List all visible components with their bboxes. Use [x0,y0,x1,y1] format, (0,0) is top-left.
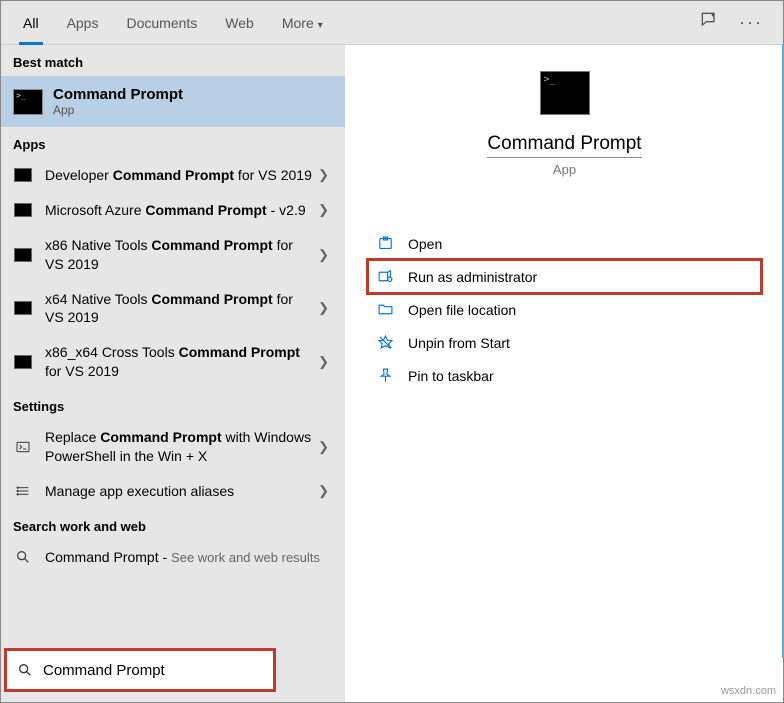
best-match-subtitle: App [53,103,183,117]
action-label: Run as administrator [408,269,537,285]
more-options-icon[interactable]: ··· [739,12,763,33]
apps-result-item[interactable]: x86 Native Tools Command Prompt for VS 2… [1,228,345,282]
apps-result-item[interactable]: x64 Native Tools Command Prompt for VS 2… [1,282,345,336]
command-prompt-icon [13,89,43,115]
command-prompt-icon [13,247,33,263]
apps-result-item[interactable]: x86_x64 Cross Tools Command Prompt for V… [1,335,345,389]
folder-icon [374,301,396,318]
action-label: Open file location [408,302,516,318]
result-text: Microsoft Azure Command Prompt - v2.9 [45,201,314,220]
apps-result-item[interactable]: Microsoft Azure Command Prompt - v2.9 ❯ [1,193,345,228]
chevron-right-icon[interactable]: ❯ [314,300,333,316]
search-icon [17,662,33,678]
section-apps: Apps [1,127,345,158]
unpin-icon [374,334,396,351]
watermark: wsxdn.com [721,685,776,697]
results-panel: Best match Command Prompt App Apps Devel… [1,45,345,702]
search-box[interactable] [4,648,276,692]
action-folder[interactable]: Open file location [368,293,761,326]
apps-result-item[interactable]: Developer Command Prompt for VS 2019 ❯ [1,158,345,193]
settings-result-item[interactable]: Replace Command Prompt with Windows Powe… [1,420,345,474]
preview-title[interactable]: Command Prompt [487,133,641,158]
tab-web[interactable]: Web [211,1,268,45]
tab-documents[interactable]: Documents [112,1,211,45]
feedback-icon[interactable] [699,10,719,35]
best-match-item[interactable]: Command Prompt App [1,76,345,127]
open-icon [374,235,396,252]
result-text: x64 Native Tools Command Prompt for VS 2… [45,290,314,328]
chevron-right-icon[interactable]: ❯ [314,167,333,183]
settings-result-item[interactable]: Manage app execution aliases ❯ [1,474,345,509]
web-result-text: Command Prompt - See work and web result… [45,548,333,567]
action-admin[interactable]: Run as administrator [368,260,761,293]
result-text: Developer Command Prompt for VS 2019 [45,166,314,185]
search-icon [13,549,33,565]
tab-all[interactable]: All [9,1,53,45]
aliases-icon [13,483,33,499]
action-unpin[interactable]: Unpin from Start [368,326,761,359]
action-open[interactable]: Open [368,227,761,260]
preview-app-icon [540,71,590,115]
command-prompt-icon [13,202,33,218]
section-search-web: Search work and web [1,509,345,540]
result-text: Replace Command Prompt with Windows Powe… [45,428,314,466]
command-prompt-icon [13,300,33,316]
chevron-right-icon[interactable]: ❯ [314,439,333,455]
powershell-icon [13,439,33,455]
pin-icon [374,367,396,384]
best-match-title: Command Prompt [53,86,183,103]
tab-more[interactable]: More▾ [268,1,337,45]
filter-tabs: All Apps Documents Web More▾ ··· [1,1,783,45]
preview-panel: Command Prompt App Open Run as administra… [345,45,783,702]
web-result-item[interactable]: Command Prompt - See work and web result… [1,540,345,575]
result-text: x86_x64 Cross Tools Command Prompt for V… [45,343,314,381]
result-text: Manage app execution aliases [45,482,314,501]
chevron-right-icon[interactable]: ❯ [314,483,333,499]
action-pin[interactable]: Pin to taskbar [368,359,761,392]
result-text: x86 Native Tools Command Prompt for VS 2… [45,236,314,274]
chevron-down-icon: ▾ [318,20,323,31]
command-prompt-icon [13,354,33,370]
action-label: Pin to taskbar [408,368,494,384]
search-input[interactable] [43,662,263,679]
command-prompt-icon [13,167,33,183]
chevron-right-icon[interactable]: ❯ [314,247,333,263]
chevron-right-icon[interactable]: ❯ [314,202,333,218]
tab-apps[interactable]: Apps [53,1,113,45]
action-label: Open [408,236,442,252]
section-settings: Settings [1,389,345,420]
action-label: Unpin from Start [408,335,510,351]
preview-subtitle: App [553,162,576,177]
admin-icon [374,268,396,285]
section-best-match: Best match [1,45,345,76]
chevron-right-icon[interactable]: ❯ [314,354,333,370]
